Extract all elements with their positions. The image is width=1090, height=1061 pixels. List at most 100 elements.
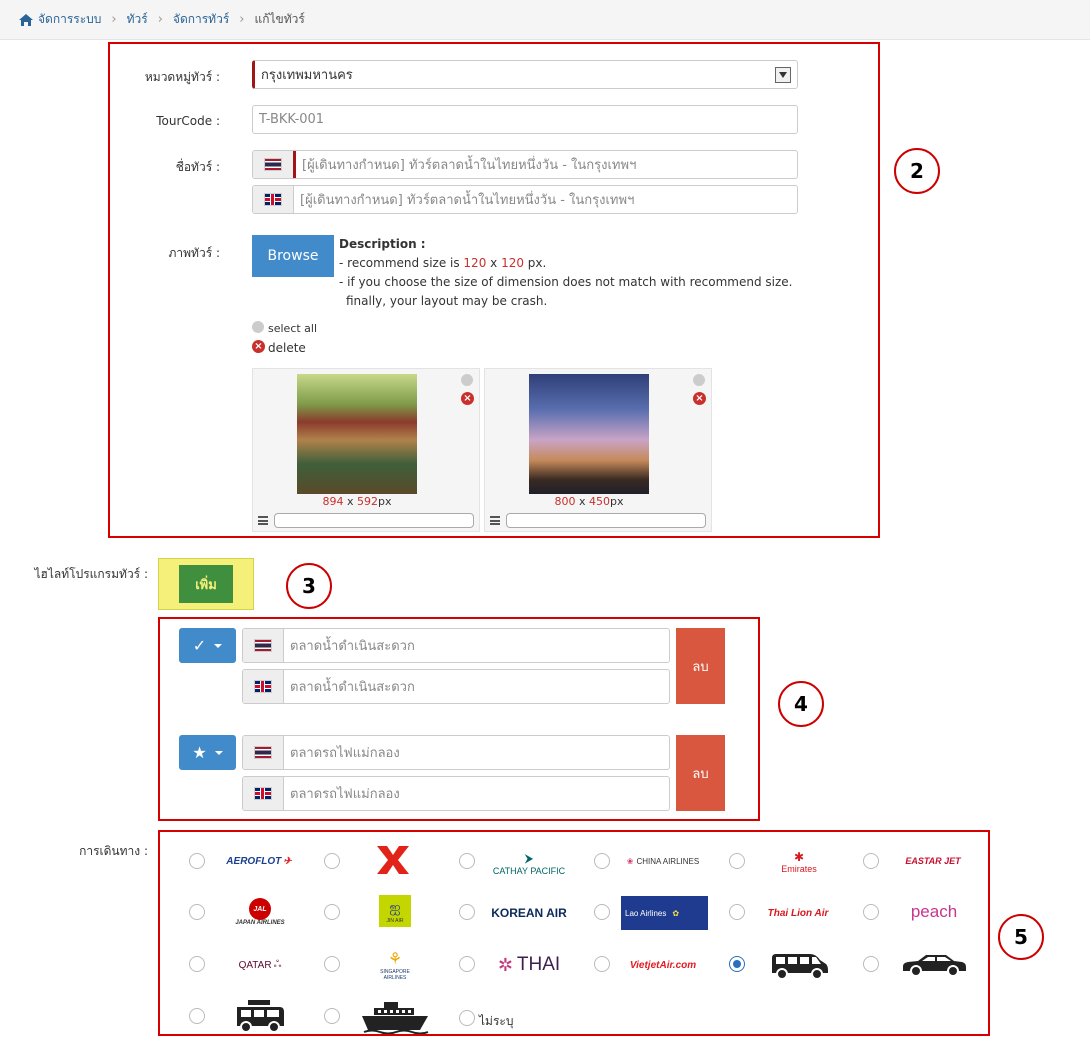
travel-radio-minibus[interactable] (189, 1008, 205, 1024)
logo-text: Emirates (781, 864, 817, 874)
thai-airways-logo[interactable]: ✲ THAI (484, 950, 574, 980)
image-2-select-radio[interactable] (693, 374, 705, 386)
drag-handle-icon[interactable] (258, 516, 268, 525)
image-x: x (575, 495, 589, 508)
travel-radio-cathay[interactable] (459, 853, 475, 869)
giant-swing-photo[interactable] (529, 374, 649, 494)
korean-air-logo[interactable]: KOREAN AIR (482, 900, 576, 926)
tour-name-en-field[interactable]: [ผู้เดินทางกำหนด] ทัวร์ตลาดน้ำในไทยหนึ่ง… (252, 185, 798, 214)
travel-radio-korean-air[interactable] (459, 904, 475, 920)
tour-name-th-field[interactable]: [ผู้เดินทางกำหนด] ทัวร์ตลาดน้ำในไทยหนึ่ง… (252, 150, 798, 179)
travel-radio-lao-airlines[interactable] (594, 904, 610, 920)
drag-handle-icon[interactable] (490, 516, 500, 525)
eastar-jet-logo[interactable]: EASTAR JET (900, 848, 966, 874)
jin-air-logo[interactable]: ஐ JIN AIR (379, 895, 411, 927)
travel-radio-car[interactable] (863, 956, 879, 972)
image-height: 592 (357, 495, 378, 508)
category-select[interactable]: กรุงเทพมหานคร (252, 60, 798, 89)
image-height: 450 (589, 495, 610, 508)
travel-radio-none[interactable] (459, 1010, 475, 1026)
airasia-logo[interactable] (373, 842, 413, 878)
logo-text: VietjetAir.com (629, 959, 697, 971)
travel-radio-van[interactable] (729, 956, 745, 972)
japan-airlines-logo[interactable]: JAL JAPAN AIRLINES (224, 894, 296, 930)
breadcrumb-home[interactable]: จัดการระบบ (38, 10, 101, 29)
vietjet-air-logo[interactable]: VietjetAir.com (622, 952, 704, 978)
image-unit: px (610, 495, 624, 508)
breadcrumb-current: แก้ไขทัวร์ (254, 12, 305, 26)
travel-radio-thai-lion-air[interactable] (729, 904, 745, 920)
peach-logo[interactable]: peach (900, 898, 968, 926)
thai-flag-icon (243, 736, 284, 769)
qatar-airways-logo[interactable]: QATAR ஃ (228, 952, 292, 978)
delete-highlight-2-button[interactable]: ลบ (676, 735, 725, 811)
highlight-2-en-field[interactable]: ตลาดรถไฟแม่กลอง (242, 776, 670, 811)
travel-none-label[interactable]: ไม่ระบุ (479, 1012, 513, 1031)
singapore-airlines-logo[interactable]: ⚘ SINGAPORE AIRLINES (370, 946, 420, 984)
breadcrumb-tours[interactable]: ทัวร์ (127, 10, 148, 29)
browse-button[interactable]: Browse (252, 235, 334, 277)
image-1-delete-icon[interactable]: × (461, 392, 474, 405)
thai-lion-air-logo[interactable]: Thai Lion Air (752, 900, 844, 926)
ship-icon[interactable] (360, 1000, 430, 1035)
logo-text: peach (910, 902, 958, 921)
highlight-icon-dropdown-2[interactable]: ★ (179, 735, 236, 770)
breadcrumb-separator: › (111, 12, 117, 27)
china-airlines-logo[interactable]: ❀ CHINA AIRLINES (622, 848, 704, 874)
minibus-icon[interactable] (234, 998, 286, 1034)
logo-text: JAPAN AIRLINES (235, 920, 285, 926)
annotation-number: 2 (894, 148, 940, 194)
delete-highlight-1-button[interactable]: ลบ (676, 628, 725, 704)
logo-text: Thai Lion Air (767, 907, 829, 919)
select-all-radio[interactable] (252, 321, 264, 333)
car-icon[interactable] (900, 952, 968, 978)
image-1-caption-input[interactable] (274, 513, 474, 528)
travel-radio-thai[interactable] (459, 956, 475, 972)
travel-radio-eastarjet[interactable] (863, 853, 879, 869)
floating-market-photo[interactable] (297, 374, 417, 494)
travel-radio-vietjet[interactable] (594, 956, 610, 972)
travel-radio-china-airlines[interactable] (594, 853, 610, 869)
description-line-1: - recommend size is 120 x 120 px. (339, 256, 546, 270)
travel-radio-emirates[interactable] (729, 853, 745, 869)
image-2-delete-icon[interactable]: × (693, 392, 706, 405)
travel-radio-peach[interactable] (863, 904, 879, 920)
cathay-mark-icon: ⮞ (524, 850, 534, 865)
tour-name-en-value: [ผู้เดินทางกำหนด] ทัวร์ตลาดน้ำในไทยหนึ่ง… (300, 193, 635, 208)
lao-airlines-logo[interactable]: Lao Airlines ✿ (621, 896, 708, 930)
select-all-label[interactable]: select all (268, 322, 317, 335)
travel-radio-jinair[interactable] (324, 904, 340, 920)
travel-radio-airasia[interactable] (324, 853, 340, 869)
annotation-number: 5 (998, 914, 1044, 960)
cathay-pacific-logo[interactable]: ⮞ CATHAY PACIFIC (490, 848, 568, 878)
tourcode-input[interactable]: T-BKK-001 (252, 105, 798, 134)
image-unit: px (378, 495, 392, 508)
travel-radio-aeroflot[interactable] (189, 853, 205, 869)
travel-radio-singapore[interactable] (324, 956, 340, 972)
aeroflot-logo[interactable]: AEROFLOT ✈ (218, 846, 300, 876)
travel-radio-jal[interactable] (189, 904, 205, 920)
highlight-icon-dropdown-1[interactable]: ✓ (179, 628, 236, 663)
delete-label[interactable]: delete (268, 341, 306, 355)
breadcrumb-manage-tours[interactable]: จัดการทัวร์ (173, 10, 229, 29)
highlight-1-th-field[interactable]: ตลาดน้ำดำเนินสะดวก (242, 628, 670, 663)
image-1-select-radio[interactable] (461, 374, 473, 386)
travel-radio-qatar[interactable] (189, 956, 205, 972)
add-highlight-button[interactable]: เพิ่ม (179, 565, 233, 603)
highlight-2-th-field[interactable]: ตลาดรถไฟแม่กลอง (242, 735, 670, 770)
travel-radio-ship[interactable] (324, 1008, 340, 1024)
highlight-1-en-field[interactable]: ตลาดน้ำดำเนินสะดวก (242, 669, 670, 704)
highlight-2-th-value: ตลาดรถไฟแม่กลอง (290, 746, 400, 761)
dropdown-arrow-icon[interactable] (775, 66, 791, 83)
image-2-caption-input[interactable] (506, 513, 706, 528)
logo-text: AEROFLOT (226, 855, 282, 867)
desc-text: - recommend size is (339, 256, 464, 270)
highlight-1-th-value: ตลาดน้ำดำเนินสะดวก (290, 639, 415, 654)
breadcrumb-separator: › (239, 12, 245, 27)
delete-icon[interactable]: × (252, 340, 265, 353)
logo-text: JIN AIR (386, 917, 404, 924)
emirates-logo[interactable]: ✱ Emirates (773, 846, 825, 878)
home-icon[interactable] (18, 13, 34, 27)
highlight-1-en-value: ตลาดน้ำดำเนินสะดวก (290, 680, 415, 695)
van-icon[interactable] (768, 950, 830, 980)
